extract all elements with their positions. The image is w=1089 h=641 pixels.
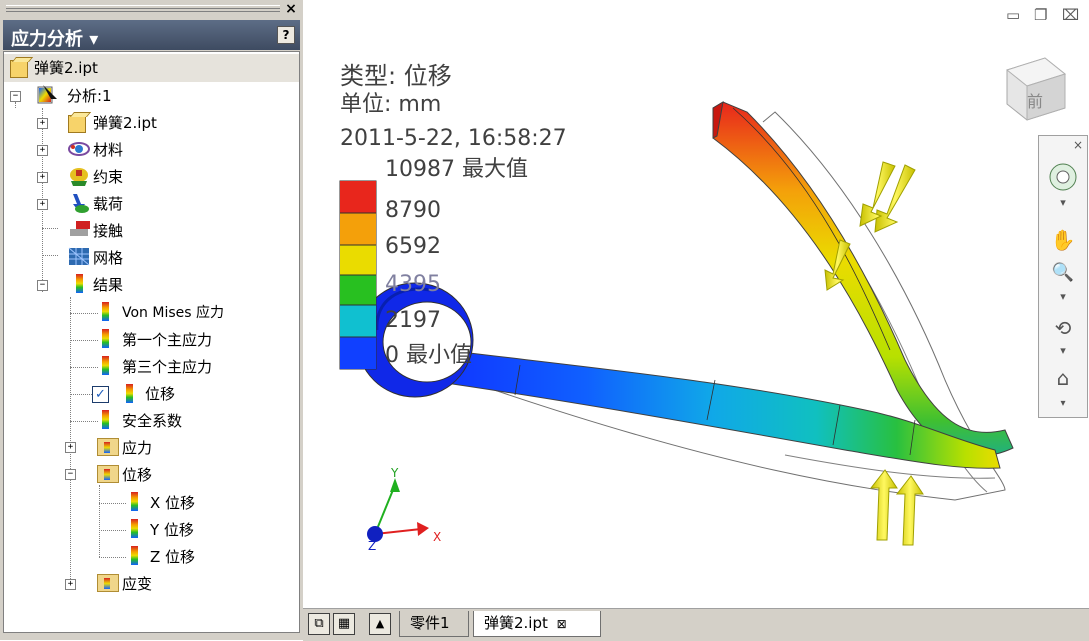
steering-dropdown-icon[interactable]: ▾ bbox=[1039, 196, 1087, 209]
displacement-colorbar-icon bbox=[126, 384, 133, 403]
collapse-results-toggle[interactable]: − bbox=[37, 280, 48, 291]
tree-line bbox=[70, 394, 92, 395]
help-icon[interactable]: ? bbox=[277, 26, 295, 44]
document-tab-bar: ⧉ ▦ ▲ 零件1 弹簧2.ipt ⊠ bbox=[303, 608, 1089, 641]
tree-line bbox=[99, 530, 126, 531]
displacement-folder-icon bbox=[97, 465, 119, 483]
legend-tick: 2197 bbox=[385, 308, 441, 333]
legend-min: 0 最小值 bbox=[385, 343, 472, 368]
stress-folder-icon bbox=[97, 438, 119, 456]
browser-title[interactable]: 应力分析 ▾ bbox=[11, 25, 98, 51]
collapse-analysis-toggle[interactable]: − bbox=[10, 91, 21, 102]
navbar-options-icon[interactable]: ▾ bbox=[1039, 398, 1087, 409]
orbit-dropdown-icon[interactable]: ▾ bbox=[1039, 344, 1087, 357]
strain-folder-icon bbox=[97, 574, 119, 592]
legend-type: 类型: 位移 bbox=[340, 62, 452, 90]
viewcube-front-label[interactable]: 前 bbox=[1027, 88, 1043, 112]
panel-grip[interactable] bbox=[2, 0, 302, 20]
y-disp-colorbar-icon bbox=[131, 519, 138, 538]
steering-wheel-icon[interactable] bbox=[1039, 162, 1087, 196]
material-icon bbox=[68, 142, 90, 156]
expand-strain-folder-toggle[interactable]: + bbox=[65, 579, 76, 590]
zoom-icon[interactable]: 🔍 bbox=[1039, 262, 1087, 283]
tab-spring2[interactable]: 弹簧2.ipt ⊠ bbox=[473, 611, 601, 637]
expand-constraint-toggle[interactable]: + bbox=[37, 172, 48, 183]
graphics-viewport[interactable]: 类型: 位移 单位: mm 2011-5-22, 16:58:27 10987 … bbox=[305, 0, 1089, 608]
expand-part-toggle[interactable]: + bbox=[37, 118, 48, 129]
legend-tick: 8790 bbox=[385, 198, 441, 223]
analysis-icon bbox=[37, 85, 57, 104]
legend-tick: 6592 bbox=[385, 234, 441, 259]
orbit-icon[interactable]: ⟲ bbox=[1039, 316, 1087, 340]
tree-line bbox=[99, 557, 126, 558]
window-controls: ▭ ❐ ⌧ bbox=[1000, 6, 1085, 26]
tree-root-row[interactable]: 弹簧2.ipt bbox=[4, 54, 299, 82]
tile-windows-button[interactable]: ▦ bbox=[333, 613, 355, 635]
part-cube-icon bbox=[68, 115, 86, 133]
constraint-icon bbox=[70, 168, 88, 186]
von-mises-colorbar-icon bbox=[102, 302, 109, 321]
close-window-icon[interactable]: ⌧ bbox=[1062, 6, 1079, 24]
safety-colorbar-icon bbox=[102, 410, 109, 429]
browser-tree: 弹簧2.ipt − 分析:1 + 弹簧2.ipt + 材料 + 约束 + 载荷 … bbox=[3, 51, 300, 633]
tree-line bbox=[42, 255, 58, 256]
legend-max: 10987 最大值 bbox=[385, 157, 528, 182]
tree-line bbox=[70, 367, 98, 368]
load-icon bbox=[73, 194, 89, 213]
collapse-displacement-folder-toggle[interactable]: − bbox=[65, 469, 76, 480]
legend-unit: 单位: mm bbox=[340, 92, 442, 117]
zoom-dropdown-icon[interactable]: ▾ bbox=[1039, 290, 1087, 303]
pan-icon[interactable]: ✋ bbox=[1039, 228, 1087, 252]
panel-close-button[interactable]: × bbox=[283, 1, 299, 17]
navbar-close-icon[interactable]: × bbox=[1039, 138, 1083, 152]
part-cube-icon bbox=[10, 60, 28, 78]
tab-part1[interactable]: 零件1 bbox=[399, 611, 469, 637]
tree-line bbox=[15, 102, 16, 108]
active-result-checkbox[interactable]: ✓ bbox=[92, 386, 109, 403]
browser-title-text: 应力分析 bbox=[11, 29, 83, 50]
coordinate-triad bbox=[367, 478, 429, 542]
z-disp-colorbar-icon bbox=[131, 546, 138, 565]
tab-spring2-label: 弹簧2.ipt bbox=[484, 614, 548, 632]
cascade-windows-button[interactable]: ⧉ bbox=[308, 613, 330, 635]
mesh-icon bbox=[68, 247, 90, 266]
triad-x-label: X bbox=[433, 530, 442, 544]
tree-line bbox=[70, 421, 98, 422]
expand-stress-folder-toggle[interactable]: + bbox=[65, 442, 76, 453]
browser-titlebar[interactable]: 应力分析 ▾ ? bbox=[3, 20, 300, 50]
principal1-colorbar-icon bbox=[102, 329, 109, 348]
tree-line bbox=[99, 485, 100, 557]
expand-load-toggle[interactable]: + bbox=[37, 199, 48, 210]
close-tab-icon[interactable]: ⊠ bbox=[557, 617, 567, 631]
navigation-bar: × ▾ ✋ 🔍 ▾ ⟲ ▾ ⌂ ▾ bbox=[1038, 135, 1088, 418]
tree-line bbox=[42, 228, 58, 229]
results-colorbar-icon bbox=[76, 274, 83, 293]
triad-y-label: Y bbox=[391, 466, 399, 480]
x-disp-colorbar-icon bbox=[131, 492, 138, 511]
principal3-colorbar-icon bbox=[102, 356, 109, 375]
model-browser-panel: × 应力分析 ▾ ? 弹簧2.ipt − 分析:1 + 弹簧2.ipt + 材料… bbox=[0, 0, 303, 640]
legend-datetime: 2011-5-22, 16:58:27 bbox=[340, 126, 567, 151]
tab-scroll-button[interactable]: ▲ bbox=[369, 613, 391, 635]
tree-line bbox=[70, 340, 98, 341]
expand-material-toggle[interactable]: + bbox=[37, 145, 48, 156]
legend-colorbar bbox=[339, 180, 377, 370]
tree-line bbox=[99, 503, 126, 504]
minimize-icon[interactable]: ▭ bbox=[1006, 6, 1020, 24]
triad-z-label: Z bbox=[368, 539, 377, 553]
contact-icon bbox=[70, 221, 90, 236]
look-at-icon[interactable]: ⌂ bbox=[1039, 366, 1087, 390]
dropdown-arrow-icon: ▾ bbox=[89, 29, 99, 50]
legend-tick: 4395 bbox=[385, 272, 441, 297]
restore-icon[interactable]: ❐ bbox=[1034, 6, 1047, 24]
tree-line bbox=[70, 313, 98, 314]
load-arrow-bottom bbox=[869, 469, 924, 546]
